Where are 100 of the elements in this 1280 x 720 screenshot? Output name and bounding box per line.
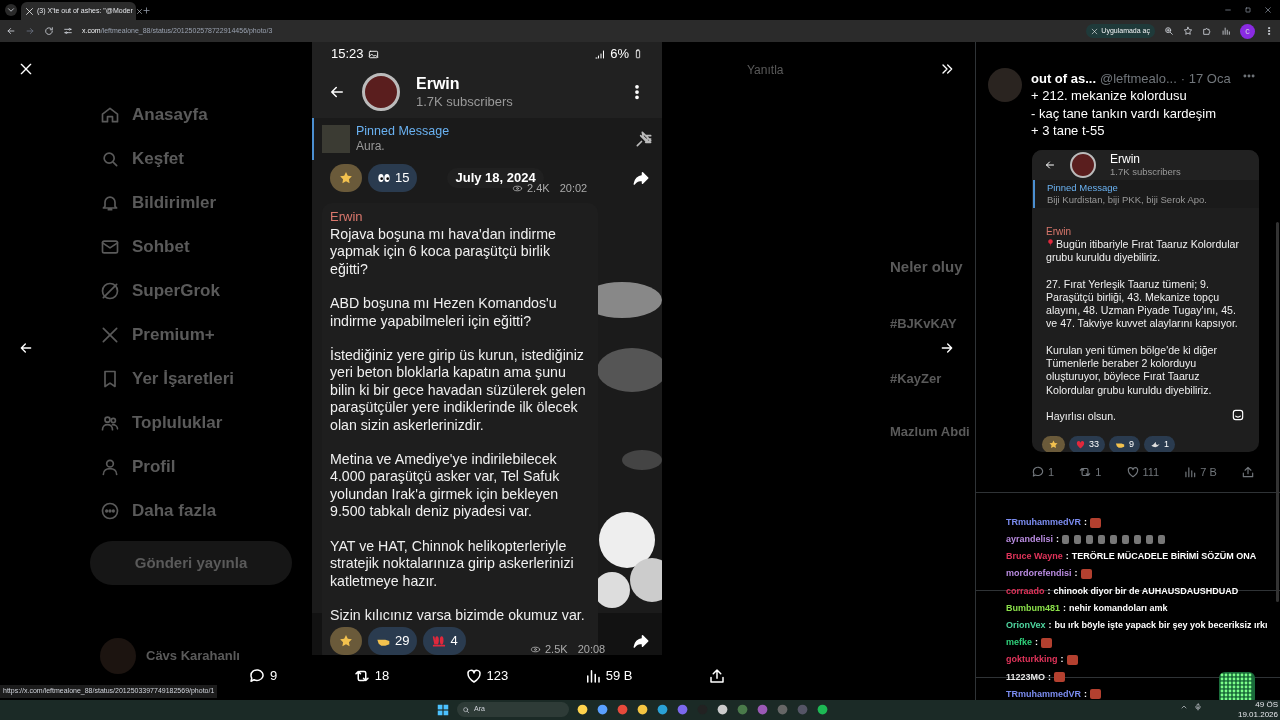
browser-icon[interactable]	[756, 703, 769, 716]
background-text: #BJKvKAY	[890, 315, 957, 333]
chat-message: Bruce Wayne : TERÖRLE MÜCADELE BİRİMİ SÖZÜM ONA	[1006, 550, 1257, 564]
like-icon	[1125, 465, 1140, 480]
pin-icon	[1046, 238, 1055, 248]
chevron-up-icon[interactable]	[1180, 703, 1188, 711]
restore-icon[interactable]	[1244, 6, 1252, 14]
repost-button[interactable]: 1	[1078, 464, 1102, 481]
reaction-chip[interactable]: 1	[1144, 436, 1176, 452]
forward-icon[interactable]	[632, 632, 650, 650]
reaction-chip[interactable]: 15	[368, 164, 418, 192]
sender-name: Erwin	[330, 208, 364, 225]
folder-icon[interactable]	[636, 703, 649, 716]
reaction-chip[interactable]: 4	[423, 627, 466, 655]
pinned-title: Pinned Message	[1047, 182, 1119, 194]
reply-icon	[1031, 465, 1045, 480]
reaction-chip[interactable]	[1042, 436, 1065, 452]
media-icon[interactable]	[1221, 26, 1231, 36]
views-button[interactable]: 59 B	[583, 666, 633, 686]
pinned-message-bar[interactable]: Pinned Message Aura.	[312, 118, 662, 160]
reply-button[interactable]: 9	[248, 666, 278, 686]
message-time: 20:08	[577, 642, 606, 655]
repost-button[interactable]: 18	[352, 666, 390, 686]
subscriber-count: 1.7K subscribers	[416, 94, 513, 110]
pin-list-icon[interactable]	[634, 129, 654, 149]
tab-list-icon[interactable]	[5, 4, 17, 16]
emote-icon	[1054, 672, 1066, 683]
next-arrow-icon[interactable]	[939, 340, 955, 356]
author-handle: @leftmealo...	[1100, 70, 1177, 88]
chat-message: Bumbum481 : nehir komandoları amk	[1006, 601, 1168, 615]
browser-icon[interactable]	[616, 703, 629, 716]
discord-icon[interactable]	[676, 703, 689, 716]
slash-icon	[100, 281, 120, 301]
like-button[interactable]: 123	[464, 666, 509, 686]
extensions-icon[interactable]	[1202, 26, 1212, 36]
windows-start-icon[interactable]	[436, 702, 450, 717]
reply-button[interactable]: 1	[1031, 464, 1055, 481]
sidebar-item[interactable]: Topluluklar	[100, 412, 235, 434]
view-count: 2.4K	[527, 182, 550, 196]
chat-message: TRmuhammedVR :	[1006, 685, 1101, 704]
scrollbar[interactable]	[1276, 222, 1279, 602]
sidebar-item[interactable]: SuperGrok	[100, 280, 235, 302]
sidebar-item[interactable]: Yer İşaretleri	[100, 368, 235, 390]
image-icon	[367, 48, 379, 60]
sidebar-item[interactable]: Anasayfa	[100, 104, 235, 126]
profile-avatar[interactable]: c	[1240, 23, 1255, 39]
x-logo-icon	[100, 325, 120, 345]
x-logo-icon	[1091, 27, 1099, 35]
search-icon	[100, 149, 120, 169]
spotify-icon[interactable]	[816, 703, 829, 716]
views-button[interactable]: 7 B	[1183, 464, 1217, 481]
clock-date: 19.01.2026	[1237, 710, 1278, 720]
new-tab-icon[interactable]	[142, 5, 151, 15]
reaction-chip[interactable]: 29	[368, 627, 418, 655]
background-text: #KayZer	[890, 370, 942, 388]
edge-icon[interactable]	[656, 703, 669, 716]
star-icon	[1048, 439, 1059, 450]
file-icon[interactable]	[576, 703, 589, 716]
battery-icon	[633, 48, 643, 60]
reload-icon[interactable]	[44, 26, 54, 36]
share-icon	[1241, 465, 1255, 480]
channel-name: Erwin	[416, 74, 461, 94]
message-paragraph: 27. Fırat Yerleşik Taaruz tümeni; 9. Paraşütçü birliği, 43. Mekanize topçu alayını, 48. Uzman Piyade Tugay'ını, 45. ve 47. Takviye kuvvet alaylarını kapsıyor.	[1046, 277, 1239, 331]
sidebar-item[interactable]: Sohbet	[100, 236, 235, 258]
signal-icon	[594, 48, 607, 60]
back-arrow-icon	[1044, 159, 1056, 171]
chat-message: mefke :	[1006, 634, 1052, 652]
app-icon[interactable]	[716, 703, 729, 716]
sidebar-item[interactable]: Keşfet	[100, 148, 235, 170]
sidebar-item[interactable]: Daha fazla	[100, 500, 235, 522]
zoom-icon[interactable]	[1164, 26, 1174, 36]
x-logo-icon	[25, 6, 34, 16]
heart-icon	[1075, 439, 1086, 450]
sidebar-item[interactable]: Profil	[100, 456, 235, 478]
pinned-thumbnail	[322, 125, 350, 153]
post-button[interactable]: Gönderi yayınla	[90, 541, 292, 585]
sidebar-item[interactable]: Bildirimler	[100, 192, 235, 214]
search-icon	[462, 705, 470, 714]
sticker-icon[interactable]	[1231, 408, 1245, 422]
sidebar-item[interactable]: Premium+	[100, 324, 235, 346]
previous-arrow-icon[interactable]	[18, 340, 34, 356]
chat-message: corraado : chinook diyor bir de AUHAUSDAUSHDUAD	[1006, 584, 1239, 598]
message-paragraph: Bugün itibariyle Fırat Taaruz Kolordular grubu kuruldu diyebiliriz.	[1046, 238, 1240, 265]
close-icon[interactable]	[18, 61, 34, 77]
reaction-chip[interactable]: 9	[1109, 436, 1141, 452]
message-paragraph: İstediğiniz yere girip üs kurun, istediğiniz yeri beton bloklarla kapatın ama şunu bilin ki bir gece havadan süzülerek gelen paraşütçüler yere indiklerinde ilk ölecek olan sizin askerlerinizdir.	[330, 347, 587, 435]
chat-message: ayrandelisi :	[1006, 531, 1166, 549]
forward-icon[interactable]	[632, 169, 650, 187]
message-paragraph: Rojava boşuna mı hava'dan indirme yapmak için 6 koca paraşütçü birlik eğitti?	[330, 226, 557, 279]
back-icon[interactable]	[6, 26, 16, 36]
share-button[interactable]	[707, 666, 726, 685]
site-settings-icon[interactable]	[63, 26, 73, 36]
copilot-icon[interactable]	[596, 703, 609, 716]
bookmark-star-icon[interactable]	[1183, 26, 1193, 36]
view-count: 2.5K	[545, 642, 568, 655]
clock-time: 49 ÖS	[1255, 700, 1278, 710]
message-paragraph: Metina ve Amediye'ye indirilebilecek 4.000 paraşütçü asker var, Tel Safuk yolundan Irak'a girmek için bekleyen 9.500 tabkalı deniz piyadesi var.	[330, 451, 561, 521]
like-button[interactable]: 111	[1125, 464, 1160, 481]
microphone-icon[interactable]	[1194, 703, 1202, 711]
reaction-chip[interactable]: 33	[1069, 436, 1105, 452]
